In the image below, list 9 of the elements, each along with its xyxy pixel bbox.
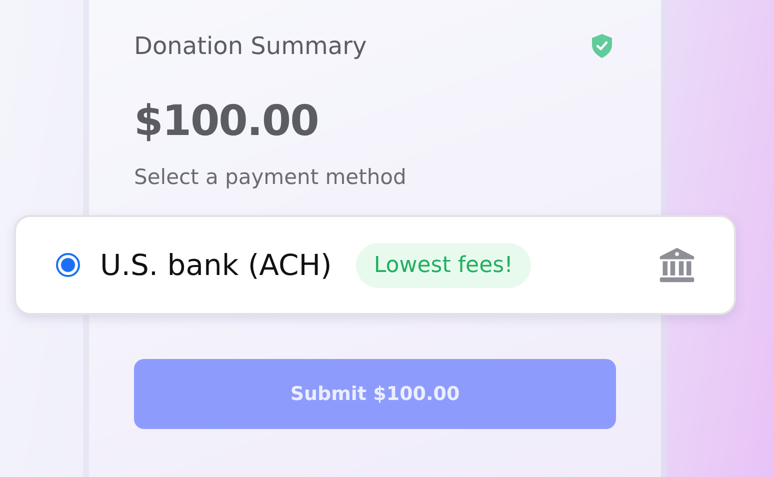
fee-badge: Lowest fees!	[356, 242, 531, 288]
payment-prompt: Select a payment method	[134, 165, 408, 189]
payment-method-label: U.S. bank (ACH)	[100, 248, 332, 282]
radio-button[interactable]	[56, 253, 80, 277]
payment-option[interactable]: U.S. bank (ACH) Lowest fees!	[14, 215, 736, 315]
donation-amount: $100.00	[134, 96, 320, 145]
shield-check-icon	[590, 33, 614, 59]
summary-title: Donation Summary	[134, 32, 367, 60]
bank-icon	[658, 246, 696, 284]
